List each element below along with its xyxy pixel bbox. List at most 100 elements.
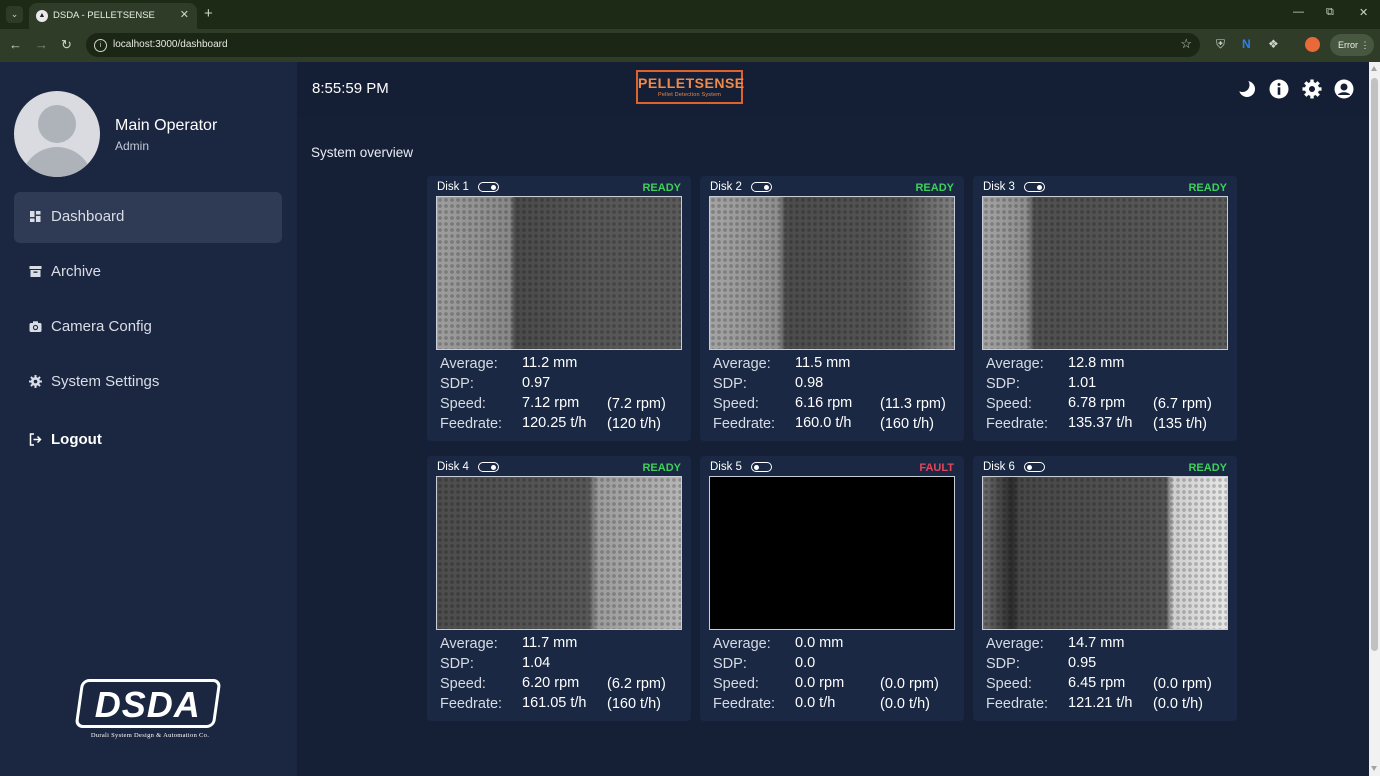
camera-feed[interactable] [982,476,1228,630]
stat-row-feedrate: Feedrate: 0.0 t/h (0.0 t/h) [713,695,958,715]
disk-name: Disk 2 [710,181,742,193]
toggle-knob [754,464,759,470]
sidebar-item-dashboard[interactable]: Dashboard [14,192,282,243]
user-avatar[interactable] [14,91,100,177]
stat-label: Average: [986,356,1044,372]
stat-row-speed: Speed: 7.12 rpm (7.2 rpm) [440,395,685,415]
disk-toggle-switch[interactable] [751,462,772,472]
sidebar-item-label: Archive [51,263,102,280]
info-icon[interactable] [1269,79,1289,99]
stat-label: Average: [440,356,498,372]
pellet-texture [710,197,954,349]
back-arrow-icon[interactable]: ← [9,38,22,51]
browser-error-button[interactable]: Error ⋮ [1330,34,1374,56]
stat-row-speed: Speed: 6.20 rpm (6.2 rpm) [440,675,685,695]
browser-tab-bar: ⌄ ▲ DSDA - PELLETSENSE ✕ + — ⧉ ✕ [0,0,1380,29]
dark-mode-moon-icon[interactable] [1237,79,1257,99]
status-badge: READY [1188,182,1227,194]
disk-toggle-switch[interactable] [751,182,772,192]
speed-value: 0.0 rpm [795,675,845,691]
stat-row-sdp: SDP: 0.95 [986,655,1231,675]
disk-card: Disk 3 READY Average: 12.8 mm SDP: 1.01 Sp… [973,176,1237,441]
feedrate-setpoint: (160 t/h) [607,696,661,712]
feedrate-value: 121.21 t/h [1068,695,1133,711]
disk-toggle-switch[interactable] [1024,182,1045,192]
stat-row-average: Average: 11.5 mm [713,355,958,375]
main-content: 8:55:59 PM PELLETSENSE Pellet Detection … [297,62,1369,776]
camera-image [710,477,954,629]
profile-avatar-icon[interactable] [1305,37,1320,52]
average-value: 11.2 mm [522,355,578,371]
scrollbar-thumb[interactable] [1371,78,1378,651]
browser-address-bar: ← → ↻ i localhost:3000/dashboard ☆ ⛨ N ❖… [0,29,1380,62]
camera-feed[interactable] [982,196,1228,350]
scroll-up-arrow-icon[interactable] [1371,66,1377,71]
stat-row-average: Average: 12.8 mm [986,355,1231,375]
close-window-icon[interactable]: ✕ [1359,6,1368,19]
sdp-value: 0.0 [795,655,816,671]
shield-extension-icon[interactable]: ⛨ [1216,38,1225,51]
url-field[interactable]: i localhost:3000/dashboard ☆ [86,33,1200,57]
toggle-knob [1027,464,1032,470]
url-text[interactable]: localhost:3000/dashboard [113,39,228,50]
browser-tab[interactable]: ▲ DSDA - PELLETSENSE ✕ [29,3,197,29]
camera-feed[interactable] [709,476,955,630]
forward-arrow-icon[interactable]: → [35,38,48,51]
disk-toggle-switch[interactable] [478,462,499,472]
stat-label: Speed: [986,396,1032,412]
status-badge: READY [642,462,681,474]
average-value: 0.0 mm [795,635,844,651]
disk-stats: Average: 11.2 mm SDP: 0.97 Speed: 7.12 rpm (… [440,355,685,435]
bookmark-star-icon[interactable]: ☆ [1180,36,1192,52]
sidebar-item-archive[interactable]: Archive [14,247,282,298]
sidebar-item-logout[interactable]: Logout [14,415,282,466]
new-tab-icon[interactable]: + [204,6,213,21]
status-badge: FAULT [919,462,954,474]
n-extension-icon[interactable]: N [1242,38,1251,51]
toggle-knob [764,184,769,190]
scrollbar[interactable] [1369,62,1380,776]
minimize-window-icon[interactable]: — [1293,6,1304,18]
stat-label: Average: [440,636,498,652]
feedrate-setpoint: (160 t/h) [880,416,934,432]
feedrate-setpoint: (0.0 t/h) [1153,696,1203,712]
disk-stats: Average: 11.7 mm SDP: 1.04 Speed: 6.20 rpm (… [440,635,685,715]
stat-label: SDP: [986,376,1020,392]
camera-feed[interactable] [709,196,955,350]
stat-label: SDP: [986,656,1020,672]
stat-label: Speed: [986,676,1032,692]
stat-row-speed: Speed: 6.16 rpm (11.3 rpm) [713,395,958,415]
disk-stats: Average: 0.0 mm SDP: 0.0 Speed: 0.0 rpm (0.0… [713,635,958,715]
speed-value: 7.12 rpm [522,395,580,411]
sidebar-item-camera-config[interactable]: Camera Config [14,302,282,353]
camera-feed[interactable] [436,476,682,630]
settings-gear-icon[interactable] [1302,79,1322,99]
extensions-puzzle-icon[interactable]: ❖ [1268,38,1279,51]
scroll-down-arrow-icon[interactable] [1371,766,1377,771]
stat-row-feedrate: Feedrate: 120.25 t/h (120 t/h) [440,415,685,435]
disk-toggle-switch[interactable] [1024,462,1045,472]
disk-toggle-switch[interactable] [478,182,499,192]
company-logo-tagline: Durali System Design & Automation Co. [90,732,210,739]
pelletsense-logo: PELLETSENSE Pellet Detection System [636,70,744,104]
speed-value: 6.16 rpm [795,395,853,411]
sidebar-item-label: System Settings [51,373,160,390]
sidebar-item-system-settings[interactable]: System Settings [14,357,282,408]
stat-row-feedrate: Feedrate: 160.0 t/h (160 t/h) [713,415,958,435]
tab-close-icon[interactable]: ✕ [180,8,189,21]
restore-window-icon[interactable]: ⧉ [1326,6,1334,19]
disk-stats: Average: 11.5 mm SDP: 0.98 Speed: 6.16 rpm (… [713,355,958,435]
archive-box-icon [29,266,42,277]
stat-label: Feedrate: [713,696,776,712]
user-role: Admin [115,139,150,153]
user-account-icon[interactable] [1334,79,1354,99]
site-info-icon[interactable]: i [94,39,107,52]
reload-icon[interactable]: ↻ [61,38,72,51]
feedrate-value: 135.37 t/h [1068,415,1133,431]
stat-label: SDP: [713,376,747,392]
sidebar-item-label: Logout [51,431,102,448]
tab-search-chevron-icon[interactable]: ⌄ [6,6,23,23]
stat-row-sdp: SDP: 0.0 [713,655,958,675]
camera-feed[interactable] [436,196,682,350]
stat-label: Feedrate: [986,416,1049,432]
